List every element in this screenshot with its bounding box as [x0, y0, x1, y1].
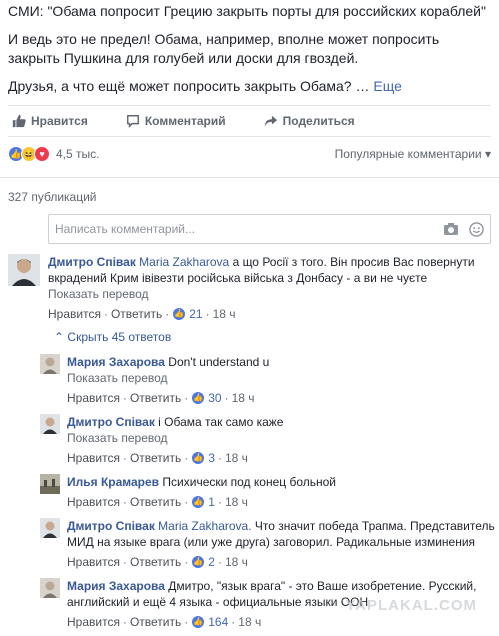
avatar[interactable]: [8, 254, 40, 286]
comment-mention[interactable]: Maria Zakharova: [139, 255, 229, 269]
avatar[interactable]: [40, 414, 60, 434]
avatar[interactable]: [40, 354, 60, 374]
like-reaction-icon: 👍: [191, 555, 206, 569]
reply-mention[interactable]: Maria Zakharova.: [158, 519, 251, 533]
post-actions-bar: Нравится Комментарий Поделиться: [8, 105, 491, 137]
reply-time[interactable]: 18 ч: [225, 450, 248, 466]
like-button-label: Нравится: [31, 114, 88, 128]
emoji-icon[interactable]: [469, 221, 484, 237]
reply: Дмитро Співак і Обама так само каже Пока…: [40, 414, 499, 466]
post-text: СМИ: "Обама попросит Грецию закрыть порт…: [0, 0, 499, 96]
reply-meta: Нравится · Ответить · 👍 2 · 18 ч: [67, 554, 248, 570]
reply: Мария Захарова Don't understand u Показа…: [40, 354, 499, 406]
reply-meta: Нравится · Ответить · 👍 30 · 18 ч: [67, 390, 255, 406]
show-translation-link[interactable]: Показать перевод: [48, 286, 491, 302]
comment-input-placeholder: Написать комментарий...: [55, 222, 196, 236]
avatar[interactable]: [40, 518, 60, 538]
comment: Дмитро Співак Maria Zakharova а що Росії…: [0, 254, 499, 322]
watermark-logo: YAPLAKAL.COM: [345, 597, 477, 614]
reply-time[interactable]: 18 ч: [238, 614, 261, 630]
post-line-1: СМИ: "Обама попросит Грецию закрыть порт…: [8, 3, 486, 19]
reply-like-count[interactable]: 👍 1: [191, 494, 215, 510]
love-reaction-icon: ♥: [34, 146, 50, 162]
share-icon: [264, 115, 277, 127]
reply-text: Дмитро Співак і Обама так само каже: [67, 414, 499, 430]
reply-author[interactable]: Мария Захарова: [67, 355, 165, 369]
like-reaction-icon: 👍: [191, 495, 206, 509]
reply-author[interactable]: Дмитро Співак: [67, 519, 155, 533]
comment-meta: Нравится · Ответить · 👍 21 · 18 ч: [48, 306, 236, 322]
comment-input[interactable]: Написать комментарий...: [48, 214, 491, 244]
comment-like-count[interactable]: 👍 21: [172, 306, 203, 322]
comment-like-link[interactable]: Нравится: [48, 306, 101, 322]
comment-reply-link[interactable]: Ответить: [111, 306, 162, 322]
reactions-summary[interactable]: 👍 😆 ♥ 4,5 тыс.: [8, 146, 99, 162]
share-button[interactable]: Поделиться: [264, 114, 355, 128]
reply-meta: Нравится · Ответить · 👍 3 · 18 ч: [67, 450, 248, 466]
reactions-count: 4,5 тыс.: [56, 147, 100, 161]
publications-count[interactable]: 327 публикаций: [0, 177, 499, 212]
comment-text: Дмитро Співак Maria Zakharova а що Росії…: [48, 254, 491, 286]
reply-author[interactable]: Дмитро Співак: [67, 415, 155, 429]
reply: Илья Крамарев Психически под конец больн…: [40, 474, 499, 510]
comment-time[interactable]: 18 ч: [213, 306, 236, 322]
thumbs-up-icon: [12, 114, 26, 128]
reply-like-link[interactable]: Нравится: [67, 554, 120, 570]
avatar[interactable]: [40, 578, 60, 598]
reactions-bar: 👍 😆 ♥ 4,5 тыс. Популярные комментарии ▾: [0, 137, 499, 171]
reply-like-count[interactable]: 👍 164: [191, 614, 228, 630]
reply-reply-link[interactable]: Ответить: [130, 450, 181, 466]
reply-like-count[interactable]: 👍 3: [191, 450, 215, 466]
show-translation-link[interactable]: Показать перевод: [67, 370, 499, 386]
reply-time[interactable]: 18 ч: [225, 554, 248, 570]
like-reaction-icon: 👍: [172, 307, 187, 321]
reply-text: Дмитро Співак Maria Zakharova. Что значи…: [67, 518, 499, 550]
hide-replies-button[interactable]: ⌃ Скрыть 45 ответов: [40, 328, 499, 354]
like-reaction-icon: 👍: [191, 615, 206, 629]
reply-reply-link[interactable]: Ответить: [130, 494, 181, 510]
share-button-label: Поделиться: [282, 114, 355, 128]
reply-meta: Нравится · Ответить · 👍 1 · 18 ч: [67, 494, 248, 510]
reply-message: Don't understand u: [168, 355, 270, 369]
reply-text: Илья Крамарев Психически под конец больн…: [67, 474, 499, 490]
show-translation-link[interactable]: Показать перевод: [67, 430, 499, 446]
reply-reply-link[interactable]: Ответить: [130, 554, 181, 570]
reply: Дмитро Співак Maria Zakharova. Что значи…: [40, 518, 499, 570]
post-line-3: Друзья, а что ещё может попросить закрыт…: [8, 78, 402, 94]
reply-message: Психически под конец больной: [162, 475, 337, 489]
reply-time[interactable]: 18 ч: [225, 494, 248, 510]
reply-text: Мария Захарова Don't understand u: [67, 354, 499, 370]
reply-author[interactable]: Мария Захарова: [67, 579, 165, 593]
reply-like-count[interactable]: 👍 2: [191, 554, 215, 570]
replies-thread: ⌃ Скрыть 45 ответов Мария Захарова Don't…: [40, 328, 499, 630]
comment-button-label: Комментарий: [144, 114, 226, 128]
reply-like-link[interactable]: Нравится: [67, 614, 120, 630]
reply-author[interactable]: Илья Крамарев: [67, 475, 159, 489]
see-more-link[interactable]: Еще: [373, 78, 402, 94]
reply-reply-link[interactable]: Ответить: [130, 614, 181, 630]
reply-message: і Обама так само каже: [158, 415, 284, 429]
comment-button[interactable]: Комментарий: [126, 114, 226, 128]
like-button[interactable]: Нравится: [12, 114, 88, 128]
chevron-up-icon: ⌃: [54, 330, 65, 344]
reply-reply-link[interactable]: Ответить: [130, 390, 181, 406]
caret-down-icon: ▾: [484, 147, 491, 161]
comment-sort-dropdown[interactable]: Популярные комментарии ▾: [335, 147, 491, 161]
reply-like-link[interactable]: Нравится: [67, 450, 120, 466]
avatar[interactable]: [40, 474, 60, 494]
reply-time[interactable]: 18 ч: [232, 390, 255, 406]
comment-icon: [126, 115, 139, 128]
like-reaction-icon: 👍: [191, 451, 206, 465]
post-line-2: И ведь это не предел! Обама, например, в…: [8, 31, 440, 66]
reply-like-link[interactable]: Нравится: [67, 390, 120, 406]
comment-author[interactable]: Дмитро Співак: [48, 255, 136, 269]
reply-like-link[interactable]: Нравится: [67, 494, 120, 510]
like-reaction-icon: 👍: [191, 391, 206, 405]
reply-meta: Нравится · Ответить · 👍 164 · 18 ч: [67, 614, 262, 630]
camera-icon[interactable]: [443, 222, 459, 236]
reply-like-count[interactable]: 👍 30: [191, 390, 222, 406]
